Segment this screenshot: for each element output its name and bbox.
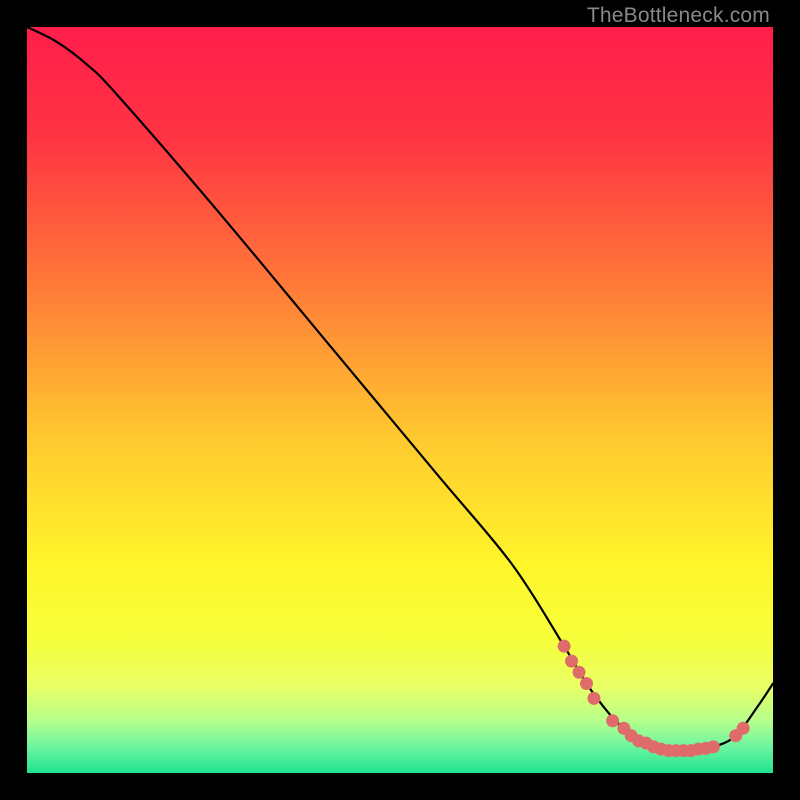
- chart-frame: TheBottleneck.com: [0, 0, 800, 800]
- marker-dot: [573, 666, 586, 679]
- marker-dot: [587, 692, 600, 705]
- gradient-background: [27, 27, 773, 773]
- marker-dot: [565, 655, 578, 668]
- bottleneck-chart: [27, 27, 773, 773]
- plot-area: [27, 27, 773, 773]
- marker-dot: [707, 740, 720, 753]
- marker-dot: [558, 640, 571, 653]
- attribution-label: TheBottleneck.com: [587, 4, 770, 28]
- marker-dot: [606, 714, 619, 727]
- marker-dot: [580, 677, 593, 690]
- marker-dot: [737, 722, 750, 735]
